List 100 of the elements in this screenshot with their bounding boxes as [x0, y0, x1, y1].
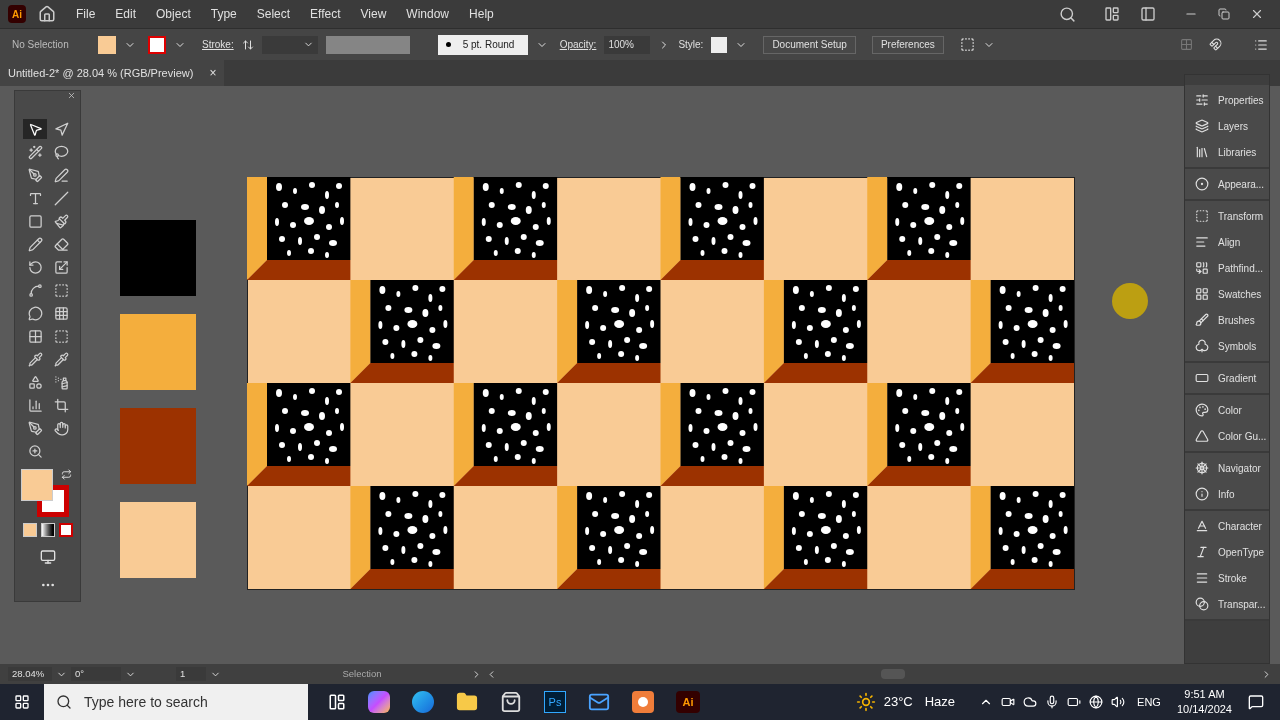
hand-icon	[54, 420, 69, 436]
artboard-field[interactable]: 1	[176, 666, 206, 682]
close-icon[interactable]	[67, 91, 76, 100]
palette-icon	[1195, 403, 1209, 417]
browser-icon[interactable]	[412, 691, 434, 713]
menu-item[interactable]: Help	[461, 5, 502, 23]
folder-icon[interactable]	[456, 691, 478, 713]
document-title: Untitled-2* @ 28.04 % (RGB/Preview)	[8, 65, 194, 81]
rotation-field[interactable]: 0°	[71, 666, 121, 682]
photoshop-taskbar-icon[interactable]: Ps	[544, 691, 566, 713]
restore-icon[interactable]	[1218, 8, 1230, 20]
close-tab-button[interactable]: ×	[209, 64, 217, 82]
cloud-icon[interactable]	[1023, 695, 1038, 709]
close-icon[interactable]	[1250, 7, 1264, 21]
panel-tab[interactable]: Layers	[1185, 113, 1269, 139]
taskbar-search-field[interactable]: Type here to search	[44, 684, 308, 720]
network-icon[interactable]	[1089, 695, 1104, 709]
panel-tab[interactable]: Color	[1185, 397, 1269, 423]
menu-item[interactable]: Edit	[107, 5, 145, 23]
none-mode-icon[interactable]	[59, 523, 73, 537]
style-label: Style:	[678, 38, 704, 52]
opacity-field[interactable]: 100%	[604, 35, 651, 54]
club-icon	[1195, 339, 1209, 353]
panel-tab[interactable]: Transform	[1185, 203, 1269, 229]
menu-item[interactable]: Effect	[302, 5, 349, 23]
panel-tab[interactable]: Properties	[1185, 87, 1269, 113]
mail-icon[interactable]	[588, 691, 610, 713]
library-icon	[1195, 145, 1209, 159]
volume-icon[interactable]	[1111, 695, 1126, 709]
layers-icon	[1195, 119, 1209, 133]
language-label[interactable]: ENG	[1137, 693, 1161, 711]
panel-tab[interactable]: OpenType	[1185, 539, 1269, 565]
paintbrush-icon	[54, 213, 69, 229]
pen-icon	[27, 420, 43, 436]
select-similar-icon[interactable]	[959, 37, 975, 52]
panel-tab[interactable]: Info	[1185, 481, 1269, 507]
panel-tab[interactable]: Stroke	[1185, 565, 1269, 591]
screen-mode-icon[interactable]	[39, 549, 56, 565]
speech-bubble-icon	[27, 305, 43, 321]
cursor-highlight-icon	[1112, 283, 1148, 319]
panel-tab[interactable]: Color Gu...	[1185, 423, 1269, 449]
stepper-icon[interactable]	[241, 38, 254, 51]
weather-icon[interactable]	[855, 692, 876, 712]
panel-tab[interactable]: Align	[1185, 229, 1269, 255]
pencil-icon	[27, 236, 43, 252]
camera-icon[interactable]	[1001, 695, 1016, 709]
app-logo: Ai	[8, 5, 26, 23]
task-view-icon[interactable]	[328, 693, 346, 711]
battery-icon[interactable]	[1067, 695, 1082, 709]
panel-tab[interactable]: Transpar...	[1185, 591, 1269, 617]
panel-tab[interactable]: Pathfind...	[1185, 255, 1269, 281]
snap-icon[interactable]	[1209, 38, 1222, 51]
menu-item[interactable]: Select	[248, 5, 299, 23]
menu-item[interactable]: File	[68, 5, 104, 23]
microphone-icon[interactable]	[1045, 695, 1060, 709]
eraser-icon	[54, 236, 69, 252]
style-swatch[interactable]	[711, 36, 728, 53]
lines-icon	[1195, 571, 1209, 585]
menu-item[interactable]: View	[352, 5, 395, 23]
notification-icon[interactable]	[1248, 694, 1264, 710]
stroke-weight-field[interactable]	[261, 35, 318, 54]
time-label: 9:51 AM	[1184, 687, 1225, 702]
color-mode-icon[interactable]	[23, 523, 37, 537]
panel-tab[interactable]: Swatches	[1185, 281, 1269, 307]
search-icon[interactable]	[1059, 5, 1076, 23]
magic-wand-icon	[27, 144, 43, 160]
zoom-field[interactable]: 28.04%	[8, 666, 52, 682]
menu-item[interactable]: Window	[398, 5, 458, 23]
panel-tab[interactable]: Navigator	[1185, 455, 1269, 481]
menu-item[interactable]: Object	[148, 5, 199, 23]
home-icon[interactable]	[38, 5, 56, 23]
copilot-icon[interactable]	[368, 691, 390, 713]
toolbar-button[interactable]: Document Setup	[763, 35, 856, 54]
illustrator-taskbar-icon[interactable]: Ai	[676, 691, 700, 713]
toolbar-button[interactable]: Preferences	[871, 35, 944, 54]
circle-dot-icon	[1195, 177, 1209, 191]
panel-tab[interactable]: Symbols	[1185, 333, 1269, 359]
workspace-icon[interactable]	[1104, 6, 1120, 22]
dashed-square-icon	[1195, 209, 1209, 223]
scale-icon	[54, 259, 69, 275]
windows-start-icon[interactable]	[14, 694, 30, 710]
variable-width-field[interactable]	[325, 35, 410, 54]
recorder-app-icon[interactable]	[632, 691, 654, 713]
panel-tab[interactable]: Character	[1185, 513, 1269, 539]
brush-dropdown[interactable]: 5 pt. Round	[437, 34, 528, 55]
tool-button[interactable]	[23, 119, 47, 139]
document-tab[interactable]: Untitled-2* @ 28.04 % (RGB/Preview) ×	[0, 60, 225, 86]
stroke-swatch[interactable]	[148, 35, 166, 54]
fill-stroke-swatches-drawing[interactable]	[21, 469, 73, 519]
screen-mode-icon[interactable]	[1140, 6, 1156, 22]
clock[interactable]: 9:51 AM 10/14/2024	[1176, 687, 1232, 717]
panel-tab[interactable]: Brushes	[1185, 307, 1269, 333]
panel-menu-icon[interactable]	[1254, 37, 1268, 52]
baseline-icon	[1195, 519, 1209, 533]
bar-chart-icon	[27, 397, 43, 413]
panel-tab[interactable]: Libraries	[1185, 139, 1269, 165]
menu-item[interactable]: Type	[202, 5, 245, 23]
store-icon[interactable]	[500, 691, 522, 713]
gradient-mode-icon[interactable]	[41, 523, 55, 537]
fill-swatch[interactable]	[98, 35, 116, 54]
